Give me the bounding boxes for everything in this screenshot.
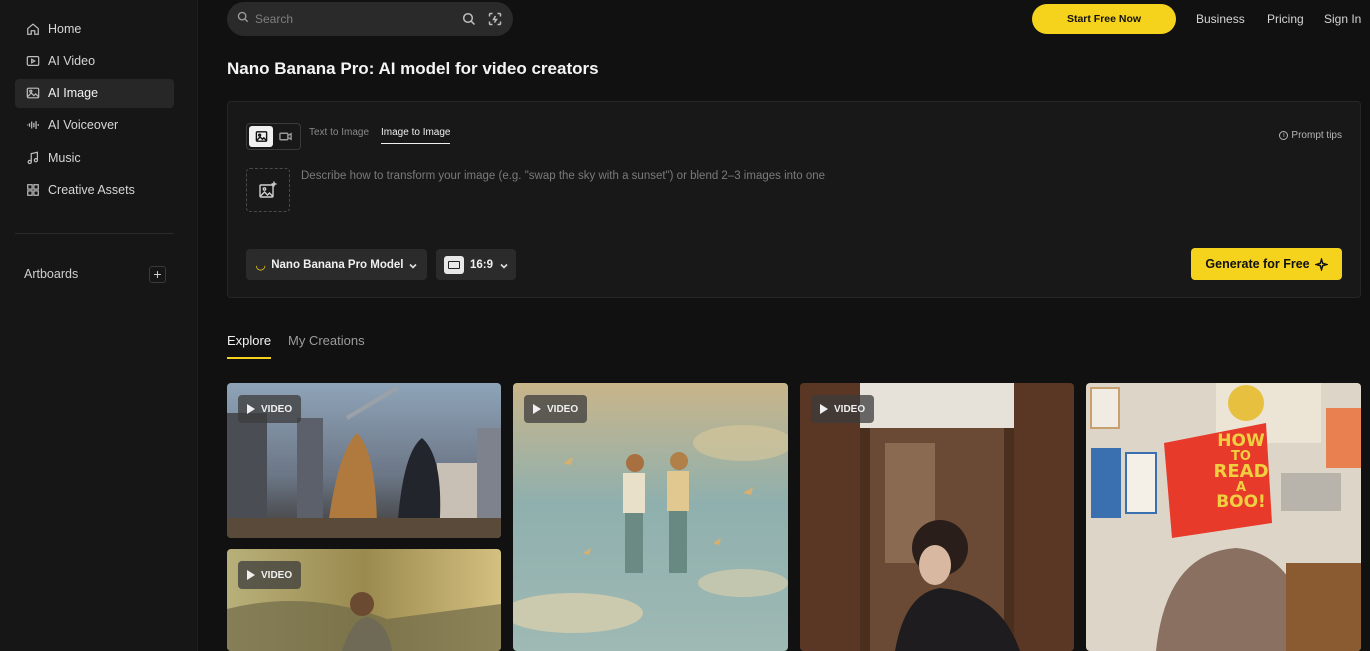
sparkle-icon <box>1314 257 1328 271</box>
play-icon <box>533 404 541 414</box>
search-bar <box>227 2 513 36</box>
book-reader-thumbnail <box>1086 383 1361 651</box>
sidebar-item-music[interactable]: Music <box>15 143 174 172</box>
aspect-ratio-dropdown[interactable]: 16:9 <box>436 249 516 280</box>
sidebar-item-ai-voiceover[interactable]: AI Voiceover <box>15 111 174 140</box>
book-cover-line: HOW <box>1217 431 1265 451</box>
badge-label: VIDEO <box>834 403 866 415</box>
woman-doorway-thumbnail <box>800 383 1074 651</box>
book-cover-title: HOW TO READ A BOO! <box>1206 433 1276 511</box>
prompt-input[interactable]: Describe how to transform your image (e.… <box>301 170 825 182</box>
gallery-card-kaiju[interactable]: VIDEO <box>227 383 501 538</box>
badge-label: VIDEO <box>261 569 293 581</box>
sidebar-nav: Home AI Video AI Image AI Voiceover Musi… <box>15 14 174 208</box>
banana-icon: ◡ <box>256 257 266 272</box>
image-icon <box>26 86 40 100</box>
video-badge: VIDEO <box>238 561 302 589</box>
play-icon <box>247 570 255 580</box>
gallery-card-book[interactable]: HOW TO READ A BOO! <box>1086 383 1361 651</box>
home-icon <box>26 22 40 36</box>
business-link[interactable]: Business <box>1196 12 1245 26</box>
sign-in-link[interactable]: Sign In <box>1324 12 1361 26</box>
video-camera-icon <box>278 132 292 141</box>
generate-label: Generate for Free <box>1205 257 1310 271</box>
video-icon <box>26 54 40 68</box>
upload-image-button[interactable] <box>246 168 290 212</box>
waveform-icon <box>26 118 40 132</box>
gallery-card-running[interactable]: VIDEO <box>227 549 501 651</box>
sidebar: Home AI Video AI Image AI Voiceover Musi… <box>0 0 198 651</box>
video-badge: VIDEO <box>811 395 875 423</box>
prompt-tips-label: Prompt tips <box>1291 130 1342 141</box>
book-cover-line: READ <box>1213 461 1269 482</box>
sidebar-item-label: AI Voiceover <box>48 118 119 133</box>
tab-my-creations[interactable]: My Creations <box>288 333 365 348</box>
start-free-button[interactable]: Start Free Now <box>1032 4 1176 34</box>
play-icon <box>247 404 255 414</box>
image-mode-button[interactable] <box>249 126 273 147</box>
sidebar-item-label: Creative Assets <box>48 182 135 197</box>
sidebar-item-ai-video[interactable]: AI Video <box>15 46 174 75</box>
chevron-down-icon <box>500 261 508 269</box>
artboards-label: Artboards <box>24 267 79 281</box>
media-mode-toggle <box>246 123 301 150</box>
music-note-icon <box>26 151 40 165</box>
aspect-ratio-label: 16:9 <box>470 258 494 271</box>
sidebar-item-label: Home <box>48 21 82 36</box>
sidebar-item-label: AI Video <box>48 53 96 68</box>
sidebar-item-home[interactable]: Home <box>15 14 174 43</box>
grid-icon <box>26 183 40 197</box>
model-label: Nano Banana Pro Model <box>271 258 404 271</box>
sidebar-item-label: AI Image <box>48 86 99 101</box>
image-icon <box>255 131 267 142</box>
pricing-link[interactable]: Pricing <box>1267 12 1304 26</box>
prompt-tips-link[interactable]: i Prompt tips <box>1279 130 1342 141</box>
video-badge: VIDEO <box>238 395 302 423</box>
add-image-icon <box>259 181 277 198</box>
search-input[interactable] <box>255 12 451 26</box>
tab-image-to-image[interactable]: Image to Image <box>381 127 451 144</box>
floating-couple-thumbnail <box>513 383 788 651</box>
info-icon: i <box>1279 131 1289 140</box>
sidebar-divider <box>15 233 174 234</box>
sidebar-item-label: Music <box>48 150 81 165</box>
active-tab-indicator <box>227 357 271 359</box>
search-submit-icon[interactable] <box>461 11 477 27</box>
aspect-ratio-icon <box>444 255 464 274</box>
artboards-section: Artboards + <box>24 264 166 284</box>
sidebar-item-ai-image[interactable]: AI Image <box>15 78 174 108</box>
chevron-down-icon <box>409 261 417 269</box>
badge-label: VIDEO <box>547 403 579 415</box>
gallery-card-doorway[interactable]: VIDEO <box>800 383 1074 651</box>
prompt-panel: Text to Image Image to Image i Prompt ti… <box>227 101 1361 298</box>
play-icon <box>820 404 828 414</box>
plus-icon: + <box>153 266 162 282</box>
gallery-card-floating[interactable]: VIDEO <box>513 383 788 651</box>
app-root: Home AI Video AI Image AI Voiceover Musi… <box>0 0 1370 651</box>
book-cover-line: BOO! <box>1216 492 1266 512</box>
search-icon <box>237 10 249 28</box>
video-mode-button[interactable] <box>273 126 297 147</box>
image-search-icon[interactable] <box>487 11 503 27</box>
page-title: Nano Banana Pro: AI model for video crea… <box>227 59 599 78</box>
badge-label: VIDEO <box>261 403 293 415</box>
add-artboard-button[interactable]: + <box>149 265 166 283</box>
tab-text-to-image[interactable]: Text to Image <box>309 127 369 138</box>
model-dropdown[interactable]: ◡ Nano Banana Pro Model <box>246 249 427 280</box>
generate-button[interactable]: Generate for Free <box>1191 248 1342 280</box>
sidebar-item-creative-assets[interactable]: Creative Assets <box>15 175 174 204</box>
video-badge: VIDEO <box>524 395 588 423</box>
tab-explore[interactable]: Explore <box>227 333 271 348</box>
